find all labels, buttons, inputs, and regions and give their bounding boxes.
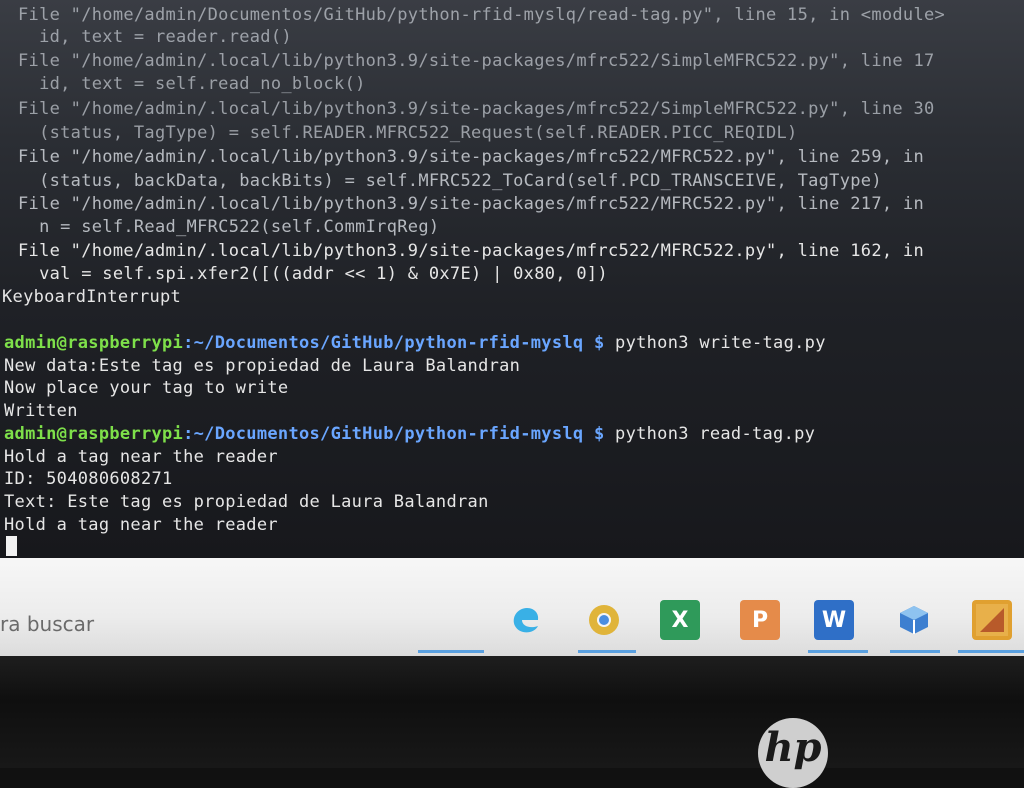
- prompt-user: admin@raspberrypi: [4, 333, 184, 353]
- traceback-line: File "/home/admin/.local/lib/python3.9/s…: [18, 99, 935, 119]
- keyboard-interrupt-line: KeyboardInterrupt: [2, 287, 182, 307]
- traceback-line: File "/home/admin/.local/lib/python3.9/s…: [18, 147, 924, 167]
- excel-icon[interactable]: X: [660, 600, 700, 640]
- output-line: Hold a tag near the reader: [4, 515, 278, 535]
- active-app-indicator: [808, 650, 868, 653]
- output-line: Text: Este tag es propiedad de Laura Bal…: [4, 492, 489, 512]
- traceback-line: id, text = self.read_no_block(): [18, 74, 366, 94]
- traceback-line: val = self.spi.xfer2([((addr << 1) & 0x7…: [18, 264, 608, 284]
- word-icon[interactable]: W: [814, 600, 854, 640]
- output-line: Written: [4, 401, 78, 421]
- active-app-indicator: [958, 650, 1024, 653]
- traceback-line: File "/home/admin/.local/lib/python3.9/s…: [18, 194, 924, 214]
- shell-prompt: admin@raspberrypi:~/Documentos/GitHub/py…: [4, 332, 826, 354]
- active-app-indicator: [890, 650, 940, 653]
- prompt-command: python3 read-tag.py: [604, 424, 816, 444]
- traceback-line: id, text = reader.read(): [18, 27, 292, 47]
- powerpoint-icon[interactable]: P: [740, 600, 780, 640]
- traceback-line: n = self.Read_MFRC522(self.CommIrqReg): [18, 217, 440, 237]
- output-line: Now place your tag to write: [4, 378, 289, 398]
- prompt-command: python3 write-tag.py: [604, 333, 826, 353]
- prompt-user: admin@raspberrypi: [4, 424, 184, 444]
- traceback-line: File "/home/admin/.local/lib/python3.9/s…: [18, 241, 924, 261]
- active-app-indicator: [418, 650, 484, 653]
- output-line: ID: 504080608271: [4, 469, 173, 489]
- taskbar-search-box[interactable]: ra buscar: [0, 612, 94, 636]
- output-line: Hold a tag near the reader: [4, 447, 278, 467]
- prompt-path: :~/Documentos/GitHub/python-rfid-myslq $: [183, 333, 605, 353]
- virtualbox-icon[interactable]: [894, 600, 934, 640]
- cmake-icon[interactable]: [972, 600, 1012, 640]
- traceback-line: File "/home/admin/Documentos/GitHub/pyth…: [18, 5, 946, 25]
- prompt-path: :~/Documentos/GitHub/python-rfid-myslq $: [183, 424, 605, 444]
- hp-logo: hp: [758, 718, 828, 788]
- traceback-line: File "/home/admin/.local/lib/python3.9/s…: [18, 51, 935, 71]
- edge-icon[interactable]: [506, 600, 546, 640]
- shell-prompt: admin@raspberrypi:~/Documentos/GitHub/py…: [4, 423, 815, 445]
- monitor-bezel: [0, 656, 1024, 768]
- terminal-window[interactable]: File "/home/admin/Documentos/GitHub/pyth…: [0, 0, 1024, 558]
- output-line: New data:Este tag es propiedad de Laura …: [4, 356, 521, 376]
- traceback-line: (status, backData, backBits) = self.MFRC…: [18, 171, 882, 191]
- chrome-icon[interactable]: [584, 600, 624, 640]
- active-app-indicator: [578, 650, 636, 653]
- traceback-line: (status, TagType) = self.READER.MFRC522_…: [18, 123, 798, 143]
- terminal-cursor: [6, 536, 17, 556]
